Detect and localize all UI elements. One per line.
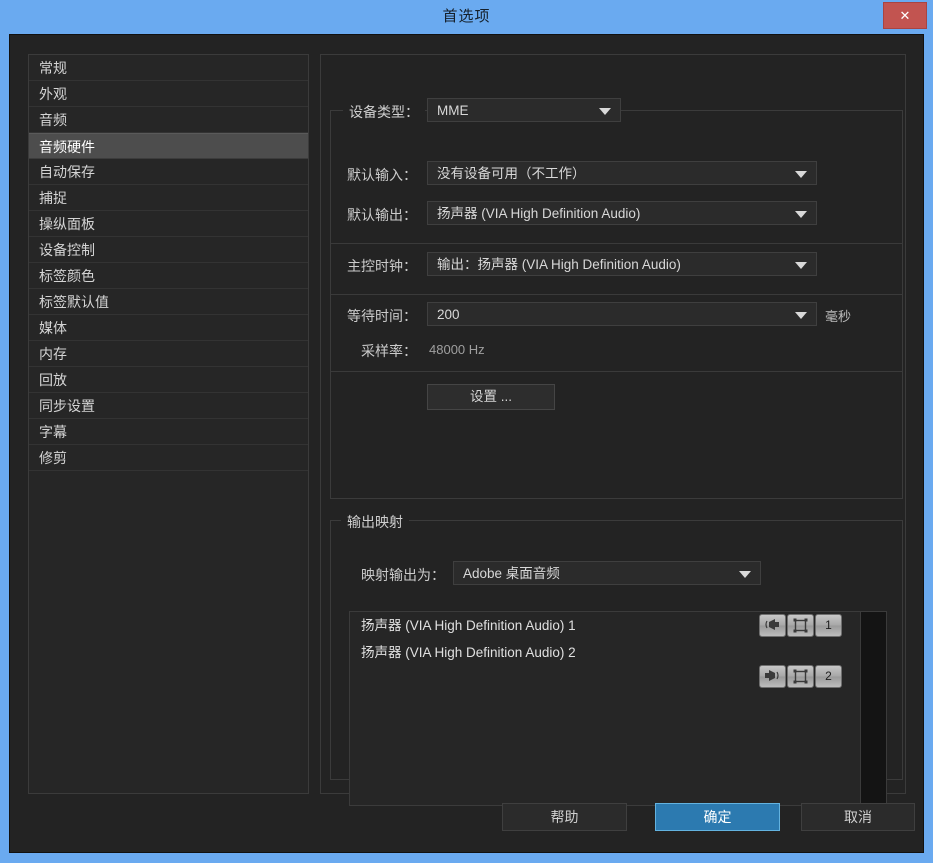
list-item[interactable]: 扬声器 (VIA High Definition Audio) 2 2 [350,639,886,688]
sidebar-item-2[interactable]: 音频 [29,107,308,133]
channel-number-button[interactable]: 1 [815,614,842,637]
crop-icon-button[interactable] [787,614,814,637]
default-input-select[interactable]: 没有设备可用（不工作） [427,161,817,185]
divider [331,294,903,295]
chevron-down-icon [795,211,807,218]
sidebar-item-label: 标签默认值 [39,294,109,310]
sidebar-item-10[interactable]: 媒体 [29,315,308,341]
crop-icon [793,618,808,633]
sidebar-item-label: 设备控制 [39,242,95,258]
sidebar-item-4[interactable]: 自动保存 [29,159,308,185]
sidebar-item-label: 操纵面板 [39,216,95,232]
chevron-down-icon [795,312,807,319]
sidebar-item-0[interactable]: 常规 [29,55,308,81]
dialog-footer: 帮助 确定 取消 [10,792,923,852]
sidebar-item-label: 标签颜色 [39,268,95,284]
window-title: 首选项 [442,8,491,25]
crop-icon-button[interactable] [787,665,814,688]
chevron-down-icon [795,262,807,269]
speaker-left-icon-button[interactable] [759,614,786,637]
cancel-button[interactable]: 取消 [801,803,915,831]
master-clock-select[interactable]: 输出：扬声器 (VIA High Definition Audio) [427,252,817,276]
sidebar-item-label: 捕捉 [39,190,67,206]
preferences-dialog: 首选项 ✕ 常规外观音频音频硬件自动保存捕捉操纵面板设备控制标签颜色标签默认值媒… [0,0,933,863]
sidebar-item-label: 同步设置 [39,398,95,414]
latency-unit-label: 毫秒 [825,309,852,324]
sample-rate-value: 48000 Hz [429,342,485,357]
latency-label: 等待时间： [347,308,417,324]
sidebar-item-11[interactable]: 内存 [29,341,308,367]
sidebar-item-7[interactable]: 设备控制 [29,237,308,263]
chevron-down-icon [795,171,807,178]
sidebar-item-5[interactable]: 捕捉 [29,185,308,211]
map-output-value: Adobe 桌面音频 [463,566,560,581]
map-output-select[interactable]: Adobe 桌面音频 [453,561,761,585]
sidebar-item-label: 字幕 [39,424,67,440]
sample-rate-label: 采样率： [361,343,417,359]
device-name: 扬声器 (VIA High Definition Audio) 2 [361,645,576,660]
help-button[interactable]: 帮助 [502,803,627,831]
default-input-value: 没有设备可用（不工作） [437,166,586,181]
sidebar-item-label: 回放 [39,372,67,388]
sidebar-item-label: 音频硬件 [39,139,95,155]
sidebar-item-13[interactable]: 同步设置 [29,393,308,419]
sidebar-item-label: 外观 [39,86,67,102]
chevron-down-icon [739,571,751,578]
sidebar-item-label: 内存 [39,346,67,362]
default-output-label: 默认输出： [347,207,417,223]
speaker-left-icon [765,619,779,630]
sidebar-item-label: 音频 [39,112,67,128]
device-settings-group: 设备类型： MME 默认输入： 没有设备可用（不工作） 默认输出： 扬声器 (V… [330,98,903,499]
master-clock-value: 输出：扬声器 (VIA High Definition Audio) [437,257,681,272]
divider [331,243,903,244]
dialog-content: 常规外观音频音频硬件自动保存捕捉操纵面板设备控制标签颜色标签默认值媒体内存回放同… [9,34,924,853]
settings-button[interactable]: 设置 ... [427,384,555,410]
sidebar-item-12[interactable]: 回放 [29,367,308,393]
device-type-select[interactable]: MME [427,98,621,122]
sidebar-item-8[interactable]: 标签颜色 [29,263,308,289]
device-type-value: MME [437,103,469,118]
sidebar-item-label: 修剪 [39,450,67,466]
sidebar-item-3[interactable]: 音频硬件 [29,133,308,159]
sidebar-item-14[interactable]: 字幕 [29,419,308,445]
output-mapping-group: 输出映射 映射输出为： Adobe 桌面音频 扬声器 (VIA High Def… [330,512,903,806]
speaker-right-icon-button[interactable] [759,665,786,688]
list-scrollbar[interactable] [860,612,886,805]
device-name: 扬声器 (VIA High Definition Audio) 1 [361,618,576,633]
device-type-label: 设备类型： [343,102,425,122]
latency-select[interactable]: 200 [427,302,817,326]
default-input-label: 默认输入： [347,167,417,183]
close-icon[interactable]: ✕ [883,2,927,29]
sidebar-item-label: 常规 [39,60,67,76]
default-output-select[interactable]: 扬声器 (VIA High Definition Audio) [427,201,817,225]
divider [331,371,903,372]
sidebar-item-6[interactable]: 操纵面板 [29,211,308,237]
sidebar-item-15[interactable]: 修剪 [29,445,308,471]
category-list[interactable]: 常规外观音频音频硬件自动保存捕捉操纵面板设备控制标签颜色标签默认值媒体内存回放同… [28,54,309,794]
settings-panel: 设备类型： MME 默认输入： 没有设备可用（不工作） 默认输出： 扬声器 (V… [320,54,906,806]
sidebar-item-label: 媒体 [39,320,67,336]
master-clock-label: 主控时钟： [347,258,417,274]
map-output-label: 映射输出为： [361,567,445,583]
output-device-list[interactable]: 扬声器 (VIA High Definition Audio) 1 1 扬声器 (V… [349,611,887,806]
output-mapping-label: 输出映射 [341,512,409,532]
latency-value: 200 [437,307,460,322]
chevron-down-icon [599,108,611,115]
ok-button[interactable]: 确定 [655,803,780,831]
channel-number-button[interactable]: 2 [815,665,842,688]
list-item[interactable]: 扬声器 (VIA High Definition Audio) 1 1 [350,612,886,639]
crop-icon [793,669,808,684]
speaker-right-icon [765,670,779,681]
default-output-value: 扬声器 (VIA High Definition Audio) [437,206,641,221]
title-bar: 首选项 ✕ [0,0,933,34]
sidebar-item-label: 自动保存 [39,164,95,180]
sidebar-item-1[interactable]: 外观 [29,81,308,107]
sidebar-item-9[interactable]: 标签默认值 [29,289,308,315]
